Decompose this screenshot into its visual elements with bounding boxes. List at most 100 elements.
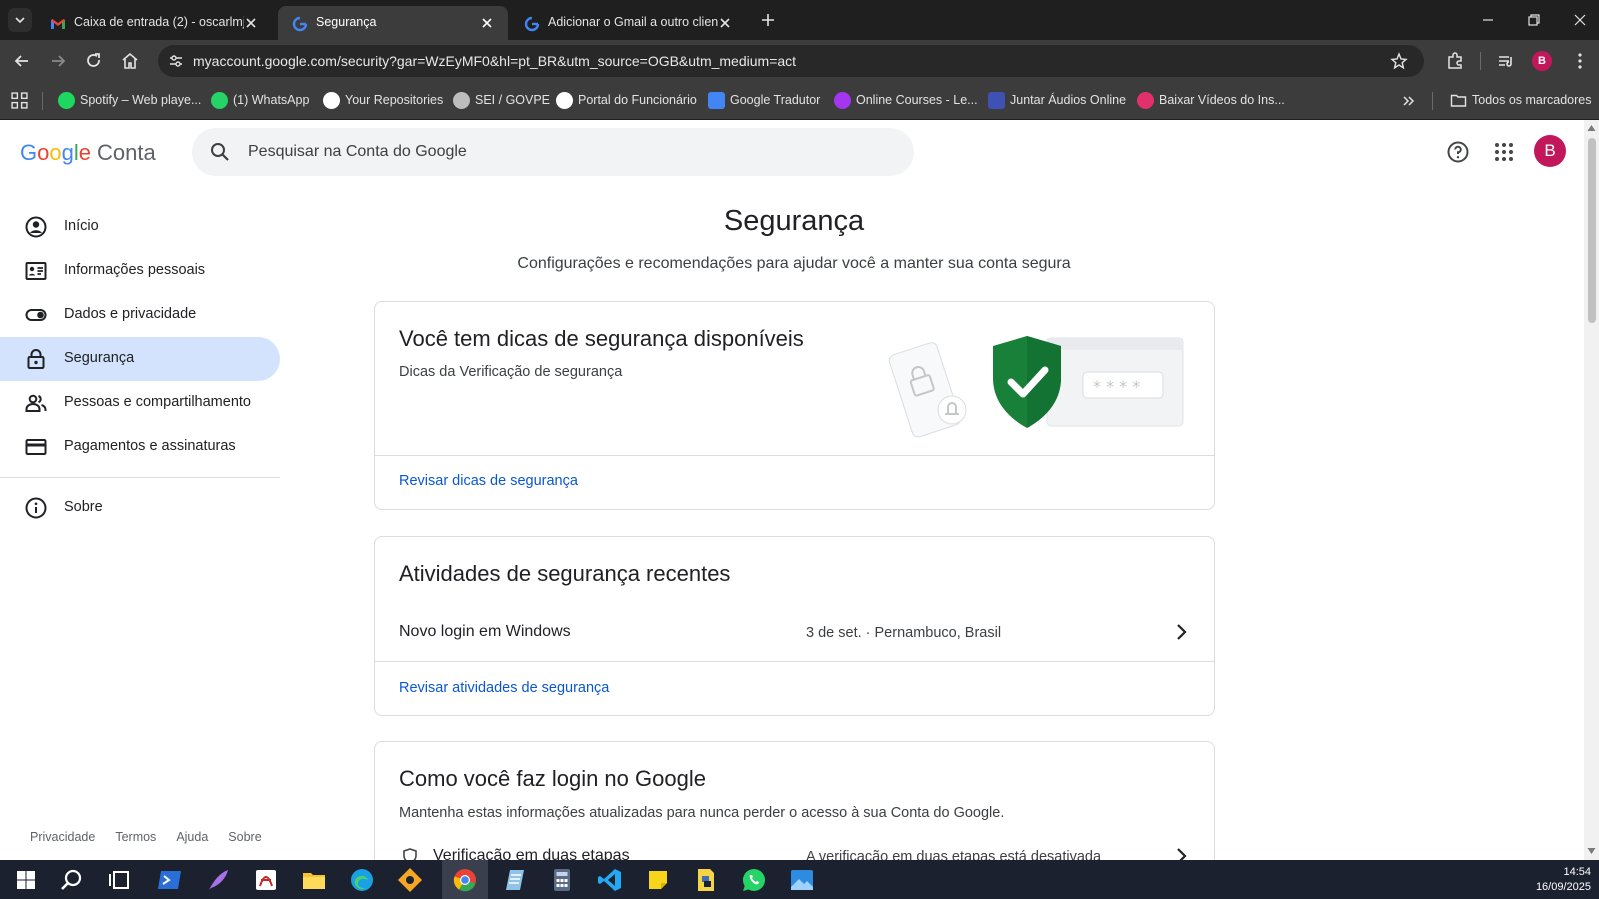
powershell-icon[interactable]	[156, 866, 184, 894]
sidebar-item-label: Segurança	[64, 350, 135, 366]
bookmark-label: Google Tradutor	[730, 93, 821, 107]
translate-icon	[708, 92, 725, 109]
sidebar-item-sobre[interactable]: Sobre	[0, 486, 280, 530]
pdf-app-icon[interactable]	[252, 866, 280, 894]
sidebar-footer: Privacidade Termos Ajuda Sobre	[30, 830, 282, 844]
two-step-verification-label[interactable]: Verificação em duas etapas	[433, 847, 630, 860]
card-title: Você tem dicas de segurança disponíveis	[399, 326, 804, 351]
url-text: myaccount.google.com/security?gar=WzEyMF…	[193, 53, 797, 69]
info-icon	[25, 497, 47, 519]
bookmark-star-icon[interactable]	[1390, 52, 1408, 70]
photos-app-icon[interactable]	[788, 866, 816, 894]
edge-icon[interactable]	[348, 866, 376, 894]
git-kraken-icon[interactable]	[396, 866, 424, 894]
tab-gmail[interactable]: Caixa de entrada (2) - oscarlmjr	[36, 6, 272, 40]
review-security-activity-link[interactable]: Revisar atividades de segurança	[399, 680, 609, 696]
logo-letter: g	[61, 140, 74, 165]
system-clock[interactable]: 14:54 16/09/2025	[1536, 865, 1591, 895]
account-circle-icon	[25, 216, 47, 238]
menu-kebab-icon[interactable]	[1570, 51, 1590, 71]
footer-link-sobre[interactable]: Sobre	[228, 830, 261, 844]
notepad-icon[interactable]	[500, 866, 528, 894]
windows-start-icon[interactable]	[12, 866, 40, 894]
account-search-bar[interactable]	[192, 128, 914, 176]
forward-icon[interactable]	[48, 51, 68, 71]
activity-row-meta: 3 de set. · Pernambuco, Brasil	[806, 625, 1002, 641]
apps-grid-icon[interactable]	[11, 92, 28, 109]
footer-link-termos[interactable]: Termos	[115, 830, 156, 844]
sidebar-item-informacoes-pessoais[interactable]: Informações pessoais	[0, 249, 280, 293]
footer-link-ajuda[interactable]: Ajuda	[176, 830, 208, 844]
address-bar[interactable]: myaccount.google.com/security?gar=WzEyMF…	[158, 45, 1424, 77]
spotify-icon	[58, 92, 75, 109]
sidebar-item-inicio[interactable]: Início	[0, 205, 280, 249]
minimize-icon[interactable]	[1480, 12, 1496, 28]
page-scrollbar[interactable]	[1584, 120, 1599, 860]
browser-tab-bar: Caixa de entrada (2) - oscarlmjr Seguran…	[0, 0, 1599, 40]
bookmark-label: SEI / GOVPE	[475, 93, 551, 107]
restore-icon[interactable]	[1526, 12, 1542, 28]
bookmark-label: Portal do Funcionário	[578, 93, 697, 107]
chevron-right-icon[interactable]	[1171, 846, 1191, 860]
profile-avatar[interactable]: B	[1532, 51, 1552, 71]
close-tab-icon[interactable]	[718, 16, 732, 30]
sidebar-item-seguranca[interactable]: Segurança	[0, 337, 280, 381]
bookmark-label: (1) WhatsApp	[233, 93, 310, 107]
google-icon	[524, 16, 540, 32]
footer-link-privacidade[interactable]: Privacidade	[30, 830, 95, 844]
account-avatar[interactable]: B	[1534, 135, 1566, 167]
python-idle-icon[interactable]	[692, 866, 720, 894]
extensions-icon[interactable]	[1445, 51, 1465, 71]
google-apps-icon[interactable]	[1492, 140, 1516, 164]
sticky-notes-icon[interactable]	[644, 866, 672, 894]
clock-time: 14:54	[1563, 866, 1591, 878]
bookmark-label: Spotify – Web playe...	[80, 93, 202, 107]
logo-letter: e	[78, 140, 92, 165]
sidebar-item-dados-privacidade[interactable]: Dados e privacidade	[0, 293, 280, 337]
vscode-icon[interactable]	[596, 866, 624, 894]
sidebar-item-pessoas-compartilhamento[interactable]: Pessoas e compartilhamento	[0, 381, 280, 425]
chevron-down-icon	[15, 17, 25, 24]
help-icon[interactable]	[1446, 140, 1470, 164]
file-explorer-icon[interactable]	[300, 866, 328, 894]
github-icon	[323, 92, 340, 109]
tab-seguranca[interactable]: Segurança	[278, 6, 508, 40]
more-bookmarks-icon[interactable]	[1402, 94, 1416, 108]
card-title: Atividades de segurança recentes	[399, 561, 731, 586]
close-window-icon[interactable]	[1572, 12, 1588, 28]
bookmark-label: Your Repositories	[345, 93, 444, 107]
scroll-thumb[interactable]	[1588, 138, 1596, 323]
logo-letter: G	[20, 140, 38, 165]
google-account-logo[interactable]: Google Conta	[20, 140, 156, 166]
search-input[interactable]	[248, 137, 888, 167]
two-step-verification-status: A verificação em duas etapas está desati…	[806, 849, 1102, 860]
bookmark-label: Baixar Vídeos do Ins...	[1159, 93, 1285, 107]
search-icon[interactable]	[210, 142, 230, 162]
back-icon[interactable]	[12, 51, 32, 71]
home-icon[interactable]	[120, 51, 140, 71]
sidebar-item-pagamentos-assinaturas[interactable]: Pagamentos e assinaturas	[0, 425, 280, 469]
site-info-icon[interactable]	[168, 53, 184, 69]
new-tab-icon[interactable]	[759, 11, 777, 29]
whatsapp-icon	[211, 92, 228, 109]
whatsapp-desktop-icon[interactable]	[740, 866, 768, 894]
feather-app-icon[interactable]	[204, 866, 232, 894]
scroll-up-icon[interactable]	[1587, 124, 1596, 132]
scroll-down-icon[interactable]	[1587, 847, 1596, 855]
tab-adicionar-gmail[interactable]: Adicionar o Gmail a outro cliente	[510, 6, 746, 40]
review-security-tips-link[interactable]: Revisar dicas de segurança	[399, 473, 578, 489]
lock-icon	[27, 349, 45, 369]
reload-icon[interactable]	[84, 51, 104, 71]
task-view-icon[interactable]	[106, 866, 134, 894]
chrome-icon[interactable]	[451, 866, 479, 894]
close-tab-icon[interactable]	[244, 16, 258, 30]
bookmarks-divider	[1432, 92, 1433, 110]
media-controls-icon[interactable]	[1496, 51, 1516, 71]
tab-search-button[interactable]	[8, 8, 32, 32]
calculator-icon[interactable]	[548, 866, 576, 894]
taskbar-search-icon[interactable]	[58, 866, 86, 894]
chevron-right-icon[interactable]	[1171, 622, 1191, 642]
close-tab-icon[interactable]	[480, 16, 494, 30]
clock-date: 16/09/2025	[1535, 881, 1591, 893]
activity-row-label[interactable]: Novo login em Windows	[399, 623, 571, 641]
